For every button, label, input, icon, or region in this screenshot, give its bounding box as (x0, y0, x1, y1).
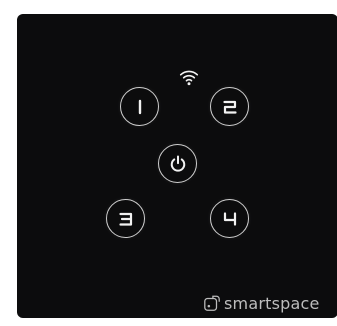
wifi-icon (179, 70, 199, 86)
switch-button-3[interactable]: 3 (106, 199, 145, 238)
digit-4-glyph (223, 211, 236, 226)
digit-3-glyph (118, 212, 132, 226)
brand-name: smartspace (224, 293, 320, 313)
switch-button-4[interactable]: 4 (210, 199, 249, 238)
digit-1-glyph (138, 99, 141, 114)
digit-2-glyph (222, 100, 237, 114)
touch-switch-panel: 1 2 3 4 sma (17, 14, 337, 318)
power-button[interactable] (158, 144, 197, 183)
brand-logo: smartspace (203, 292, 320, 314)
switch-button-2[interactable]: 2 (210, 87, 249, 126)
power-icon (170, 155, 185, 172)
switch-button-1[interactable]: 1 (120, 87, 159, 126)
smartspace-logo-icon (204, 295, 220, 311)
